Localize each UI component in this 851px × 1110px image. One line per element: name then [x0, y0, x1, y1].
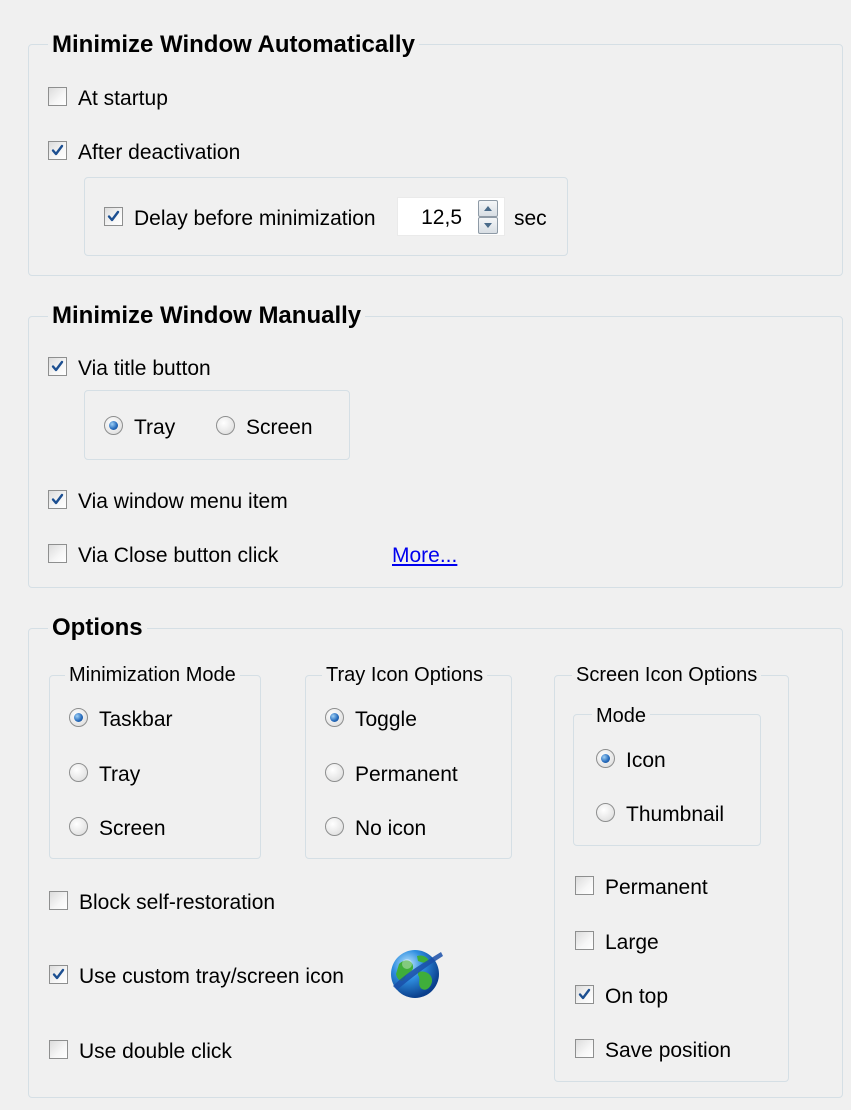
via-menu-checkbox[interactable] — [48, 490, 67, 509]
screen-large-label[interactable]: Large — [605, 932, 659, 953]
radio-selected-dot — [330, 713, 339, 722]
radio-selected-dot — [109, 421, 118, 430]
arrow-up-icon — [484, 206, 492, 211]
double-click-checkbox[interactable] — [49, 1040, 68, 1059]
screen-large-checkbox[interactable] — [575, 931, 594, 950]
screen-icon-options-title: Screen Icon Options — [572, 665, 762, 685]
tray-toggle-label[interactable]: Toggle — [355, 709, 417, 730]
screen-save-position-checkbox[interactable] — [575, 1039, 594, 1058]
via-title-checkbox[interactable] — [48, 357, 67, 376]
more-link[interactable]: More... — [392, 545, 457, 566]
screen-permanent-label[interactable]: Permanent — [605, 877, 708, 898]
via-title-label[interactable]: Via title button — [78, 358, 211, 379]
options-group-title: Options — [48, 616, 147, 640]
after-deactivation-label[interactable]: After deactivation — [78, 142, 240, 163]
checkmark-icon — [51, 144, 64, 156]
checkmark-icon — [52, 968, 65, 980]
auto-group-title: Minimize Window Automatically — [48, 33, 419, 57]
via-close-checkbox[interactable] — [48, 544, 67, 563]
delay-value: 12,5 — [421, 206, 462, 229]
mode-tray-label[interactable]: Tray — [99, 764, 140, 785]
screen-save-position-label[interactable]: Save position — [605, 1040, 731, 1061]
mode-tray-radio[interactable] — [69, 763, 88, 782]
checkmark-icon — [51, 493, 64, 505]
custom-icon-label[interactable]: Use custom tray/screen icon — [79, 966, 344, 987]
screen-radio[interactable] — [216, 416, 235, 435]
delay-spinner-input[interactable]: 12,5 — [397, 197, 505, 236]
via-menu-label[interactable]: Via window menu item — [78, 491, 288, 512]
via-close-label[interactable]: Via Close button click — [78, 545, 278, 566]
radio-selected-dot — [601, 754, 610, 763]
tray-radio[interactable] — [104, 416, 123, 435]
custom-icon-checkbox[interactable] — [49, 965, 68, 984]
screen-mode-icon-radio[interactable] — [596, 749, 615, 768]
mode-screen-radio[interactable] — [69, 817, 88, 836]
spin-up-button[interactable] — [478, 200, 498, 217]
screen-on-top-checkbox[interactable] — [575, 985, 594, 1004]
screen-on-top-label[interactable]: On top — [605, 986, 668, 1007]
delay-unit: sec — [514, 207, 547, 230]
checkmark-icon — [578, 988, 591, 1000]
checkmark-icon — [107, 210, 120, 222]
screen-mode-group — [573, 714, 761, 846]
screen-mode-title: Mode — [592, 706, 651, 726]
mode-screen-label[interactable]: Screen — [99, 818, 166, 839]
screen-radio-label[interactable]: Screen — [246, 417, 313, 438]
radio-selected-dot — [74, 713, 83, 722]
tray-toggle-radio[interactable] — [325, 708, 344, 727]
mode-taskbar-label[interactable]: Taskbar — [99, 709, 173, 730]
spin-down-button[interactable] — [478, 217, 498, 234]
after-deactivation-checkbox[interactable] — [48, 141, 67, 160]
delay-label[interactable]: Delay before minimization — [134, 208, 376, 229]
tray-icon-options-title: Tray Icon Options — [322, 665, 488, 685]
block-self-restoration-label[interactable]: Block self-restoration — [79, 892, 275, 913]
at-startup-checkbox[interactable] — [48, 87, 67, 106]
manual-group-title: Minimize Window Manually — [48, 304, 366, 328]
mode-taskbar-radio[interactable] — [69, 708, 88, 727]
tray-radio-label[interactable]: Tray — [134, 417, 175, 438]
tray-permanent-radio[interactable] — [325, 763, 344, 782]
at-startup-label[interactable]: At startup — [78, 88, 168, 109]
block-self-restoration-checkbox[interactable] — [49, 891, 68, 910]
checkmark-icon — [51, 360, 64, 372]
globe-icon[interactable] — [385, 942, 445, 1002]
screen-mode-thumbnail-radio[interactable] — [596, 803, 615, 822]
tray-no-icon-label[interactable]: No icon — [355, 818, 426, 839]
arrow-down-icon — [484, 223, 492, 228]
screen-permanent-checkbox[interactable] — [575, 876, 594, 895]
tray-no-icon-radio[interactable] — [325, 817, 344, 836]
screen-mode-thumbnail-label[interactable]: Thumbnail — [626, 804, 724, 825]
tray-permanent-label[interactable]: Permanent — [355, 764, 458, 785]
screen-mode-icon-label[interactable]: Icon — [626, 750, 666, 771]
double-click-label[interactable]: Use double click — [79, 1041, 232, 1062]
minimization-mode-title: Minimization Mode — [65, 665, 240, 685]
delay-checkbox[interactable] — [104, 207, 123, 226]
